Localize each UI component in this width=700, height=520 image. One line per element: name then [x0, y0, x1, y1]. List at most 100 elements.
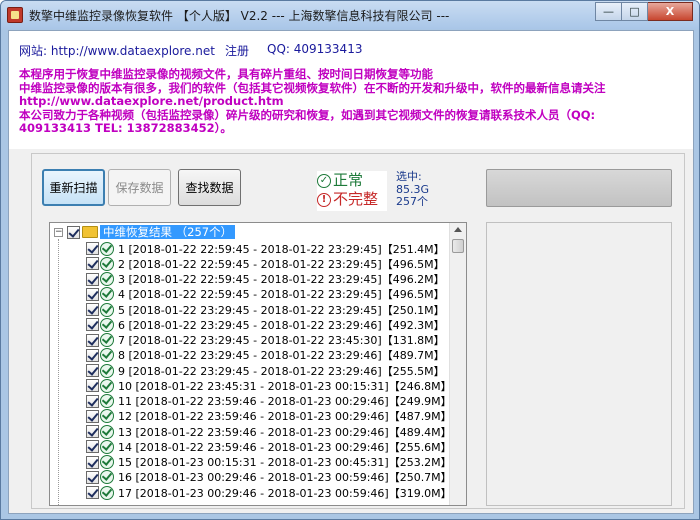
tree-item-label: 2 [2018-01-22 22:59:45 - 2018-01-22 23:2…: [118, 257, 445, 271]
tree-item[interactable]: 13 [2018-01-22 23:59:46 - 2018-01-23 00:…: [86, 424, 452, 439]
minimize-button[interactable]: —: [595, 2, 622, 21]
item-checkbox[interactable]: [86, 379, 99, 393]
check-circle-icon: [100, 241, 114, 256]
item-checkbox[interactable]: [86, 394, 99, 408]
main-panel: 重新扫描 保存数据 查找数据 ✓ 正常 ! 不完整 选中: 85.3G 257个: [31, 153, 685, 509]
tree-root-label[interactable]: 中维恢复结果 （257个）: [100, 225, 236, 239]
window-controls: — □ X: [595, 2, 693, 21]
scroll-thumb[interactable]: [452, 239, 464, 253]
item-checkbox[interactable]: [86, 364, 99, 378]
status-normal: ✓ 正常: [317, 171, 387, 190]
tree-item[interactable]: 6 [2018-01-22 23:29:45 - 2018-01-22 23:2…: [86, 317, 452, 332]
check-circle-icon: [100, 439, 114, 454]
find-data-button[interactable]: 查找数据: [178, 169, 241, 206]
tree-item[interactable]: 14 [2018-01-22 23:59:46 - 2018-01-23 00:…: [86, 439, 452, 454]
check-circle-icon: [100, 455, 114, 470]
item-checkbox[interactable]: [86, 242, 99, 256]
tree-item-label: 16 [2018-01-23 00:29:46 - 2018-01-23 00:…: [118, 471, 452, 485]
register-link[interactable]: 注册: [225, 42, 249, 59]
folder-icon: [82, 226, 98, 238]
tree-connector-line: [58, 239, 59, 505]
tree-item[interactable]: 1 [2018-01-22 22:59:45 - 2018-01-22 23:2…: [86, 241, 452, 256]
tree-item-label: 10 [2018-01-22 23:45:31 - 2018-01-23 00:…: [118, 379, 452, 393]
warning-circle-icon: !: [317, 192, 331, 207]
save-data-button[interactable]: 保存数据: [108, 169, 171, 206]
tree-item[interactable]: 10 [2018-01-22 23:45:31 - 2018-01-23 00:…: [86, 378, 452, 393]
check-circle-icon: [100, 485, 114, 500]
check-circle-icon: [100, 348, 114, 363]
tree-item-label: 12 [2018-01-22 23:59:46 - 2018-01-23 00:…: [118, 410, 452, 424]
item-checkbox[interactable]: [86, 455, 99, 469]
maximize-button[interactable]: □: [622, 2, 648, 21]
tree-item[interactable]: 4 [2018-01-22 22:59:45 - 2018-01-22 23:2…: [86, 287, 452, 302]
check-circle-icon: [100, 409, 114, 424]
tree-item[interactable]: 12 [2018-01-22 23:59:46 - 2018-01-23 00:…: [86, 409, 452, 424]
app-window: 数擎中维监控录像恢复软件 【个人版】 V2.2 --- 上海数擎信息科技有限公司…: [0, 0, 700, 520]
tree-item[interactable]: 15 [2018-01-23 00:15:31 - 2018-01-23 00:…: [86, 455, 452, 470]
description-line: http://www.dataexplore.net/product.htm: [19, 95, 284, 108]
results-tree[interactable]: − 中维恢复结果 （257个） 1 [2018-01-22 22:59:45 -…: [49, 222, 467, 506]
tree-root-node[interactable]: − 中维恢复结果 （257个）: [54, 225, 236, 239]
item-checkbox[interactable]: [86, 348, 99, 362]
tree-items: 1 [2018-01-22 22:59:45 - 2018-01-22 23:2…: [86, 241, 452, 500]
tree-item-label: 5 [2018-01-22 23:29:45 - 2018-01-22 23:2…: [118, 303, 445, 317]
status-normal-label: 正常: [333, 171, 364, 189]
check-circle-icon: [100, 302, 114, 317]
tree-item-label: 4 [2018-01-22 22:59:45 - 2018-01-22 23:2…: [118, 288, 445, 302]
item-checkbox[interactable]: [86, 287, 99, 301]
item-checkbox[interactable]: [86, 425, 99, 439]
check-circle-icon: [100, 317, 114, 332]
tree-scrollbar[interactable]: [449, 223, 466, 505]
tree-item-label: 6 [2018-01-22 23:29:45 - 2018-01-22 23:2…: [118, 318, 445, 332]
item-checkbox[interactable]: [86, 303, 99, 317]
item-checkbox[interactable]: [86, 486, 99, 500]
collapse-icon[interactable]: −: [54, 227, 63, 237]
check-circle-icon: [100, 378, 114, 393]
selection-title: 选中:: [396, 170, 422, 183]
tree-item[interactable]: 3 [2018-01-22 22:59:45 - 2018-01-22 23:2…: [86, 272, 452, 287]
tree-item-label: 1 [2018-01-22 22:59:45 - 2018-01-22 23:2…: [118, 242, 445, 256]
status-incomplete-label: 不完整: [333, 190, 379, 208]
check-circle-icon: [100, 272, 114, 287]
tree-item[interactable]: 9 [2018-01-22 23:29:45 - 2018-01-22 23:2…: [86, 363, 452, 378]
description-line: 409133413 TEL: 13872883452）。: [19, 122, 232, 135]
tree-item[interactable]: 5 [2018-01-22 23:29:45 - 2018-01-22 23:2…: [86, 302, 452, 317]
item-checkbox[interactable]: [86, 409, 99, 423]
tree-item-label: 15 [2018-01-23 00:15:31 - 2018-01-23 00:…: [118, 456, 452, 470]
description-line: 中维监控录像的版本有很多，我们的软件（包括其它视频恢复软件）在不断的开发和升级中…: [19, 81, 606, 95]
check-circle-icon: [100, 333, 114, 348]
tree-item-label: 17 [2018-01-23 00:29:46 - 2018-01-23 00:…: [118, 486, 452, 500]
app-icon: [7, 7, 23, 23]
title-bar[interactable]: 数擎中维监控录像恢复软件 【个人版】 V2.2 --- 上海数擎信息科技有限公司…: [1, 1, 699, 29]
selection-count: 257个: [396, 195, 428, 208]
item-checkbox[interactable]: [86, 333, 99, 347]
status-legend: ✓ 正常 ! 不完整: [317, 171, 387, 211]
check-circle-icon: [100, 470, 114, 485]
check-circle-icon: ✓: [317, 173, 331, 188]
info-header: 网站: http://www.dataexplore.net 注册 QQ: 40…: [9, 31, 693, 149]
tree-item[interactable]: 2 [2018-01-22 22:59:45 - 2018-01-22 23:2…: [86, 256, 452, 271]
window-title: 数擎中维监控录像恢复软件 【个人版】 V2.2 --- 上海数擎信息科技有限公司…: [29, 9, 450, 23]
item-checkbox[interactable]: [86, 318, 99, 332]
item-checkbox[interactable]: [86, 257, 99, 271]
root-checkbox[interactable]: [67, 225, 80, 239]
tree-item[interactable]: 16 [2018-01-23 00:29:46 - 2018-01-23 00:…: [86, 470, 452, 485]
progress-bar: [486, 169, 672, 207]
website-link[interactable]: 网站: http://www.dataexplore.net: [19, 42, 215, 59]
item-checkbox[interactable]: [86, 272, 99, 286]
tree-item[interactable]: 8 [2018-01-22 23:29:45 - 2018-01-22 23:2…: [86, 348, 452, 363]
rescan-button[interactable]: 重新扫描: [42, 169, 105, 206]
status-incomplete: ! 不完整: [317, 190, 387, 209]
tree-item-label: 13 [2018-01-22 23:59:46 - 2018-01-23 00:…: [118, 425, 452, 439]
tree-item[interactable]: 7 [2018-01-22 23:29:45 - 2018-01-22 23:4…: [86, 333, 452, 348]
scroll-up-arrow-icon[interactable]: [454, 227, 462, 232]
item-checkbox[interactable]: [86, 470, 99, 484]
tree-item[interactable]: 17 [2018-01-23 00:29:46 - 2018-01-23 00:…: [86, 485, 452, 500]
check-circle-icon: [100, 394, 114, 409]
item-checkbox[interactable]: [86, 440, 99, 454]
close-button[interactable]: X: [648, 2, 693, 21]
tree-item-label: 7 [2018-01-22 23:29:45 - 2018-01-22 23:4…: [118, 334, 445, 348]
tree-item-label: 11 [2018-01-22 23:59:46 - 2018-01-23 00:…: [118, 395, 452, 409]
tree-item[interactable]: 11 [2018-01-22 23:59:46 - 2018-01-23 00:…: [86, 394, 452, 409]
detail-list[interactable]: [486, 222, 672, 506]
